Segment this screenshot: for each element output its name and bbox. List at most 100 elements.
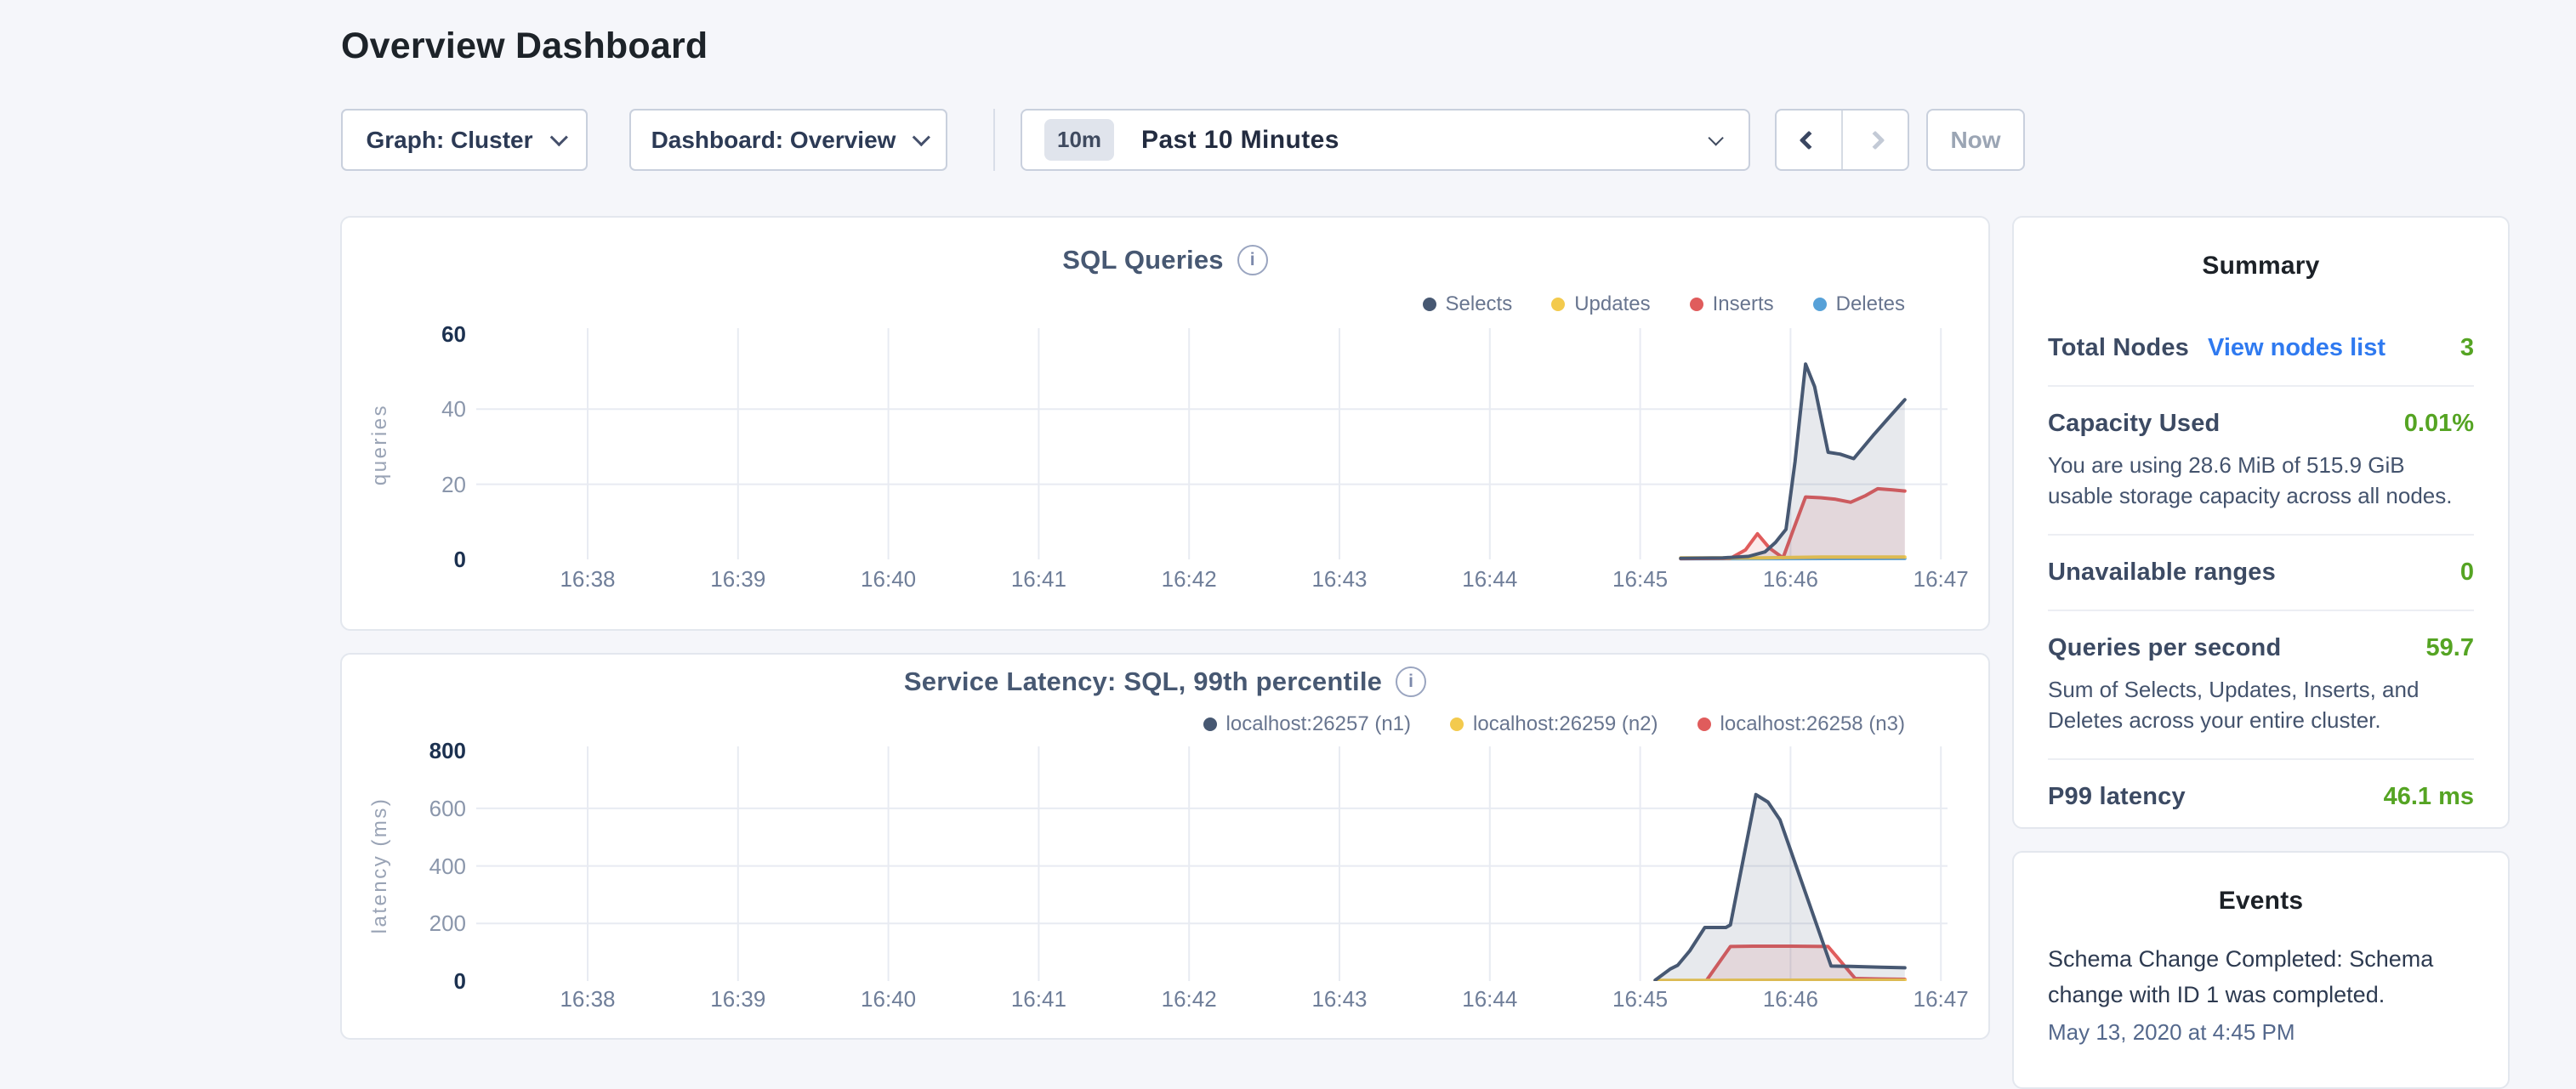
- summary-title: Summary: [2014, 252, 2508, 281]
- x-tick-label: 16:38: [528, 566, 647, 593]
- legend-label: Updates: [1574, 292, 1650, 316]
- legend-item[interactable]: Inserts: [1690, 292, 1774, 316]
- sql-queries-legend: Selects Updates Inserts Deletes: [340, 292, 1905, 316]
- time-back-button[interactable]: [1777, 111, 1841, 169]
- time-forward-button[interactable]: [1841, 111, 1908, 169]
- chart-title: Service Latency: SQL, 99th percentile: [904, 666, 1382, 697]
- legend-label: Inserts: [1713, 292, 1774, 316]
- chart-title: SQL Queries: [1062, 245, 1223, 275]
- sql-queries-chart[interactable]: [476, 321, 1948, 561]
- y-tick-label: 0: [338, 546, 466, 573]
- legend-dot-icon: [1450, 717, 1464, 731]
- summary-row-value: 0: [2460, 559, 2474, 587]
- y-tick-label: 800: [338, 737, 466, 764]
- x-tick-label: 16:47: [1881, 566, 2000, 593]
- summary-row-label: Capacity Used: [2048, 410, 2220, 438]
- time-range-selector[interactable]: 10m Past 10 Minutes: [1021, 109, 1750, 171]
- service-latency-chart[interactable]: [476, 741, 1948, 981]
- time-range-badge: 10m: [1044, 119, 1114, 161]
- x-tick-label: 16:39: [679, 986, 798, 1012]
- summary-row-value: 3: [2460, 334, 2474, 362]
- sidebar: [0, 0, 340, 1051]
- x-tick-label: 16:41: [979, 566, 1098, 593]
- dashboard-select-dropdown[interactable]: Dashboard: Overview: [629, 109, 947, 171]
- summary-row-label: Queries per second: [2048, 634, 2281, 662]
- overview-dashboard-page: Overview Dashboard Graph: Cluster Dashbo…: [0, 0, 2576, 1051]
- summary-row-value: 0.01%: [2404, 410, 2474, 438]
- legend-dot-icon: [1697, 717, 1711, 731]
- events-title: Events: [2014, 887, 2508, 916]
- info-icon[interactable]: i: [1237, 245, 1268, 275]
- legend-dot-icon: [1203, 717, 1217, 731]
- service-latency-title-row: Service Latency: SQL, 99th percentile i: [340, 666, 1990, 697]
- legend-label: Selects: [1446, 292, 1513, 316]
- legend-dot-icon: [1423, 298, 1436, 311]
- graph-select-label: Graph: Cluster: [366, 127, 532, 154]
- legend-label: Deletes: [1836, 292, 1905, 316]
- view-nodes-link[interactable]: View nodes list: [2208, 334, 2386, 362]
- x-tick-label: 16:40: [829, 566, 948, 593]
- page-title: Overview Dashboard: [341, 26, 708, 67]
- chevron-right-icon: [1866, 130, 1885, 150]
- legend-item[interactable]: localhost:26258 (n3): [1697, 712, 1905, 736]
- sql-queries-title-row: SQL Queries i: [340, 245, 1990, 275]
- summary-row-value: 46.1 ms: [2384, 783, 2474, 811]
- summary-panel: Summary Total Nodes View nodes list 3 Ca…: [2012, 216, 2510, 829]
- summary-row-label: P99 latency: [2048, 783, 2186, 811]
- chevron-left-icon: [1800, 130, 1819, 150]
- service-latency-legend: localhost:26257 (n1) localhost:26259 (n2)…: [340, 712, 1905, 736]
- y-tick-label: 400: [338, 853, 466, 880]
- legend-dot-icon: [1813, 298, 1827, 311]
- x-tick-label: 16:39: [679, 566, 798, 593]
- x-tick-label: 16:44: [1430, 986, 1550, 1012]
- x-tick-label: 16:43: [1280, 566, 1399, 593]
- info-icon[interactable]: i: [1396, 666, 1426, 697]
- summary-rows: Total Nodes View nodes list 3 Capacity U…: [2048, 311, 2474, 834]
- y-tick-label: 0: [338, 967, 466, 995]
- summary-row-description: Sum of Selects, Updates, Inserts, and De…: [2048, 674, 2474, 735]
- x-tick-label: 16:47: [1881, 986, 2000, 1012]
- graph-select-dropdown[interactable]: Graph: Cluster: [341, 109, 588, 171]
- legend-label: localhost:26258 (n3): [1720, 712, 1905, 736]
- x-tick-label: 16:38: [528, 986, 647, 1012]
- y-tick-label: 60: [338, 320, 466, 348]
- legend-item[interactable]: Updates: [1551, 292, 1650, 316]
- controls-divider: [993, 109, 995, 171]
- event-text: Schema Change Completed: Schema change w…: [2048, 941, 2474, 1012]
- summary-row: Unavailable ranges 0: [2048, 536, 2474, 611]
- events-list: Schema Change Completed: Schema change w…: [2048, 941, 2474, 1046]
- event-item[interactable]: Schema Change Completed: Schema change w…: [2048, 941, 2474, 1046]
- events-panel: Events Schema Change Completed: Schema c…: [2012, 851, 2510, 1089]
- summary-row: P99 latency 46.1 ms: [2048, 760, 2474, 834]
- legend-item[interactable]: localhost:26257 (n1): [1203, 712, 1411, 736]
- event-timestamp: May 13, 2020 at 4:45 PM: [2048, 1019, 2474, 1046]
- y-tick-label: 20: [338, 471, 466, 498]
- summary-row-description: You are using 28.6 MiB of 515.9 GiB usab…: [2048, 450, 2474, 511]
- time-range-label: Past 10 Minutes: [1141, 126, 1339, 155]
- summary-row: Queries per second 59.7 Sum of Selects, …: [2048, 611, 2474, 760]
- legend-label: localhost:26257 (n1): [1226, 712, 1411, 736]
- y-tick-label: 40: [338, 395, 466, 423]
- now-button[interactable]: Now: [1926, 109, 2025, 171]
- x-tick-label: 16:43: [1280, 986, 1399, 1012]
- legend-item[interactable]: localhost:26259 (n2): [1450, 712, 1658, 736]
- chevron-down-icon: [1708, 130, 1723, 145]
- x-tick-label: 16:41: [979, 986, 1098, 1012]
- dashboard-select-label: Dashboard: Overview: [651, 127, 896, 154]
- x-tick-label: 16:44: [1430, 566, 1550, 593]
- x-tick-label: 16:42: [1129, 566, 1248, 593]
- legend-item[interactable]: Deletes: [1813, 292, 1905, 316]
- x-tick-label: 16:46: [1731, 566, 1850, 593]
- summary-row: Capacity Used 0.01% You are using 28.6 M…: [2048, 387, 2474, 536]
- chevron-down-icon: [549, 128, 567, 146]
- x-tick-label: 16:40: [829, 986, 948, 1012]
- legend-dot-icon: [1690, 298, 1703, 311]
- legend-item[interactable]: Selects: [1423, 292, 1513, 316]
- legend-label: localhost:26259 (n2): [1473, 712, 1658, 736]
- x-tick-label: 16:45: [1581, 566, 1700, 593]
- summary-row: Total Nodes View nodes list 3: [2048, 311, 2474, 387]
- y-tick-label: 600: [338, 795, 466, 822]
- x-tick-label: 16:45: [1581, 986, 1700, 1012]
- legend-dot-icon: [1551, 298, 1565, 311]
- x-tick-label: 16:46: [1731, 986, 1850, 1012]
